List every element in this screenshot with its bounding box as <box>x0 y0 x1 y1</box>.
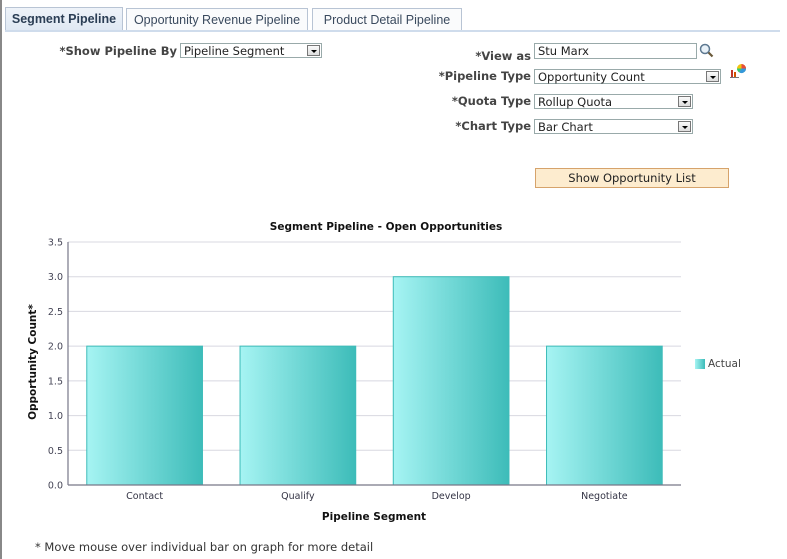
y-tick-label: 2.0 <box>48 342 63 353</box>
y-tick-label: 1.5 <box>48 376 63 387</box>
y-tick-label: 2.5 <box>48 307 63 318</box>
pipeline-bar-chart: Segment Pipeline - Open Opportunities 0.… <box>27 221 741 523</box>
chevron-down-icon[interactable] <box>706 71 719 82</box>
x-tick-label: Develop <box>432 491 471 502</box>
show-pipeline-by-select[interactable]: Pipeline Segment <box>180 43 322 58</box>
x-tick-label: Contact <box>126 491 163 502</box>
y-tick-label: 3.5 <box>48 238 63 249</box>
tab-opportunity-revenue-pipeline[interactable]: Opportunity Revenue Pipeline <box>126 8 308 31</box>
y-tick-label: 3.0 <box>48 272 63 283</box>
bar-qualify[interactable] <box>239 345 357 486</box>
pipeline-type-label: *Pipeline Type <box>438 69 531 83</box>
chart-settings-icon[interactable] <box>730 63 747 78</box>
pipeline-type-select[interactable]: Opportunity Count <box>534 69 721 84</box>
bar-develop[interactable] <box>392 276 510 486</box>
chevron-down-icon[interactable] <box>307 45 320 56</box>
view-as-label: *View as <box>475 49 531 63</box>
x-tick-label: Negotiate <box>581 491 628 502</box>
chart-title: Segment Pipeline - Open Opportunities <box>270 221 502 233</box>
quota-type-select[interactable]: Rollup Quota <box>534 94 693 109</box>
y-axis-label: Opportunity Count* <box>27 304 39 420</box>
tab-product-detail-pipeline[interactable]: Product Detail Pipeline <box>312 8 462 31</box>
y-tick-label: 1.0 <box>48 411 63 422</box>
y-tick-label: 0.5 <box>48 446 63 457</box>
legend-swatch-actual <box>695 359 705 369</box>
bar-negotiate[interactable] <box>546 345 663 486</box>
y-tick-label: 0.0 <box>48 481 63 492</box>
chevron-down-icon[interactable] <box>678 96 691 107</box>
tab-bar: Segment Pipeline Opportunity Revenue Pip… <box>5 7 787 32</box>
chevron-down-icon[interactable] <box>678 121 691 132</box>
quota-type-label: *Quota Type <box>451 94 531 108</box>
show-pipeline-by-label: *Show Pipeline By <box>59 44 177 58</box>
search-icon[interactable] <box>699 43 714 58</box>
view-as-input[interactable]: Stu Marx <box>534 43 697 59</box>
chart-type-label: *Chart Type <box>455 119 531 133</box>
show-opportunity-list-button[interactable]: Show Opportunity List <box>535 168 729 188</box>
legend-label-actual: Actual <box>708 358 741 370</box>
footnote: * Move mouse over individual bar on grap… <box>35 540 374 554</box>
bar-contact[interactable] <box>86 345 203 486</box>
tab-divider <box>5 30 780 32</box>
tab-segment-pipeline[interactable]: Segment Pipeline <box>5 7 123 31</box>
x-axis-label: Pipeline Segment <box>322 511 426 523</box>
chart-type-select[interactable]: Bar Chart <box>534 119 693 134</box>
x-tick-label: Qualify <box>281 491 315 502</box>
